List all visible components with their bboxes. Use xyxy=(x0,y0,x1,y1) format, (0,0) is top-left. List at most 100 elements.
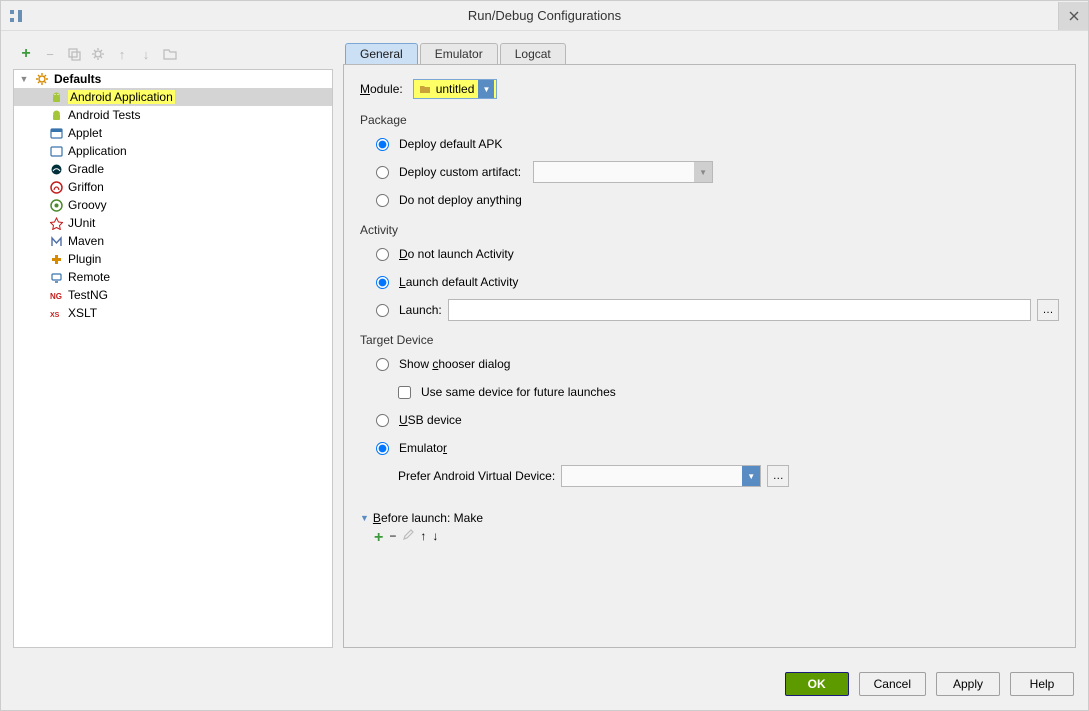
tab-emulator[interactable]: Emulator xyxy=(420,43,498,64)
module-label: Module: xyxy=(360,82,403,96)
radio-input[interactable] xyxy=(376,414,389,427)
bl-add-button[interactable]: + xyxy=(374,529,383,547)
browse-avd-button[interactable]: … xyxy=(767,465,789,487)
tree-item-label: Groovy xyxy=(68,198,107,212)
radio-label: USB device xyxy=(399,413,462,427)
module-select[interactable]: untitled ▼ xyxy=(413,79,498,99)
bl-up-button[interactable]: ↑ xyxy=(420,529,426,547)
add-button[interactable]: + xyxy=(17,45,35,63)
bl-remove-button[interactable]: − xyxy=(389,529,396,547)
radio-input[interactable] xyxy=(376,442,389,455)
disclosure-icon[interactable]: ▼ xyxy=(360,513,369,523)
tree-item-gradle[interactable]: Gradle xyxy=(14,160,332,178)
radio-label: Launch: xyxy=(399,303,442,317)
custom-artifact-select[interactable]: ▼ xyxy=(533,161,713,183)
tree-item-label: Griffon xyxy=(68,180,104,194)
radio-launch-specific[interactable]: Launch: … xyxy=(360,299,1059,321)
checkbox-input[interactable] xyxy=(398,386,411,399)
cancel-button[interactable]: Cancel xyxy=(859,672,926,696)
ok-button[interactable]: OK xyxy=(785,672,849,696)
testng-icon: NG xyxy=(48,287,64,303)
check-use-same-device[interactable]: Use same device for future launches xyxy=(360,381,1059,403)
tree-item-junit[interactable]: JUnit xyxy=(14,214,332,232)
tree-item-applet[interactable]: Applet xyxy=(14,124,332,142)
tree-item-griffon[interactable]: Griffon xyxy=(14,178,332,196)
tree-item-label: Remote xyxy=(68,270,110,284)
tree-item-label: JUnit xyxy=(68,216,95,230)
tree-item-groovy[interactable]: Groovy xyxy=(14,196,332,214)
disclosure-icon[interactable]: ▼ xyxy=(18,73,30,85)
maven-icon xyxy=(48,233,64,249)
svg-text:NG: NG xyxy=(50,292,62,301)
titlebar: Run/Debug Configurations xyxy=(1,1,1088,31)
window-title: Run/Debug Configurations xyxy=(1,8,1088,23)
tree-item-label: Plugin xyxy=(68,252,101,266)
module-value: untitled xyxy=(436,82,475,96)
radio-label: Do not launch Activity xyxy=(399,247,514,261)
radio-label: Launch default Activity xyxy=(399,275,518,289)
tree-item-xslt[interactable]: XS XSLT xyxy=(14,304,332,322)
tab-general[interactable]: General xyxy=(345,43,418,64)
radio-input[interactable] xyxy=(376,304,389,317)
launch-activity-input[interactable] xyxy=(448,299,1031,321)
remote-icon xyxy=(48,269,64,285)
browse-activity-button[interactable]: … xyxy=(1037,299,1059,321)
groovy-icon xyxy=(48,197,64,213)
prefer-avd-select[interactable]: ▼ xyxy=(561,465,761,487)
radio-usb-device[interactable]: USB device xyxy=(360,409,1059,431)
apply-button[interactable]: Apply xyxy=(936,672,1000,696)
prefer-avd-row: Prefer Android Virtual Device: ▼ … xyxy=(360,465,1059,487)
radio-deploy-default[interactable]: Deploy default APK xyxy=(360,133,1059,155)
radio-deploy-custom[interactable]: Deploy custom artifact: ▼ xyxy=(360,161,1059,183)
bl-edit-button[interactable] xyxy=(402,529,414,547)
tree-item-plugin[interactable]: Plugin xyxy=(14,250,332,268)
app-icon xyxy=(7,7,25,25)
radio-input[interactable] xyxy=(376,248,389,261)
tab-logcat[interactable]: Logcat xyxy=(500,43,566,64)
move-down-button[interactable]: ↓ xyxy=(137,45,155,63)
tree-item-maven[interactable]: Maven xyxy=(14,232,332,250)
tree-item-android-application[interactable]: Android Application xyxy=(14,88,332,106)
tree-root-label: Defaults xyxy=(54,72,101,86)
plugin-icon xyxy=(48,251,64,267)
radio-input[interactable] xyxy=(376,138,389,151)
app-icon xyxy=(48,143,64,159)
bl-down-button[interactable]: ↓ xyxy=(432,529,438,547)
radio-do-not-launch[interactable]: Do not launch Activity xyxy=(360,243,1059,265)
folder-button[interactable] xyxy=(161,45,179,63)
tree-item-remote[interactable]: Remote xyxy=(14,268,332,286)
junit-icon xyxy=(48,215,64,231)
tree-root[interactable]: ▼ Defaults xyxy=(14,70,332,88)
tree-item-testng[interactable]: NG TestNG xyxy=(14,286,332,304)
prefer-avd-label: Prefer Android Virtual Device: xyxy=(398,469,555,483)
tree-item-label: Application xyxy=(68,144,127,158)
radio-do-not-deploy[interactable]: Do not deploy anything xyxy=(360,189,1059,211)
radio-input[interactable] xyxy=(376,166,389,179)
radio-launch-default[interactable]: Launch default Activity xyxy=(360,271,1059,293)
radio-show-chooser[interactable]: Show chooser dialog xyxy=(360,353,1059,375)
tree-item-application[interactable]: Application xyxy=(14,142,332,160)
applet-icon xyxy=(48,125,64,141)
general-panel: Module: untitled ▼ Package Deploy defaul… xyxy=(343,65,1076,648)
radio-input[interactable] xyxy=(376,276,389,289)
check-label: Use same device for future launches xyxy=(421,385,616,399)
remove-button[interactable]: − xyxy=(41,45,59,63)
before-launch-section: ▼ Before launch: Make + − ↑ ↓ xyxy=(360,511,1059,547)
close-button[interactable] xyxy=(1058,2,1088,30)
copy-button[interactable] xyxy=(65,45,83,63)
radio-input[interactable] xyxy=(376,194,389,207)
radio-label: Deploy default APK xyxy=(399,137,502,151)
tree-item-label: TestNG xyxy=(68,288,108,302)
activity-section: Activity xyxy=(360,223,1059,237)
settings-button[interactable] xyxy=(89,45,107,63)
tree-item-android-tests[interactable]: Android Tests xyxy=(14,106,332,124)
tabs: General Emulator Logcat xyxy=(343,43,1076,65)
chevron-down-icon: ▼ xyxy=(742,466,760,486)
move-up-button[interactable]: ↑ xyxy=(113,45,131,63)
radio-emulator[interactable]: Emulator xyxy=(360,437,1059,459)
config-tree[interactable]: ▼ Defaults Android Application xyxy=(13,69,333,648)
radio-input[interactable] xyxy=(376,358,389,371)
android-icon xyxy=(48,107,64,123)
tree-item-label: Applet xyxy=(68,126,102,140)
help-button[interactable]: Help xyxy=(1010,672,1074,696)
